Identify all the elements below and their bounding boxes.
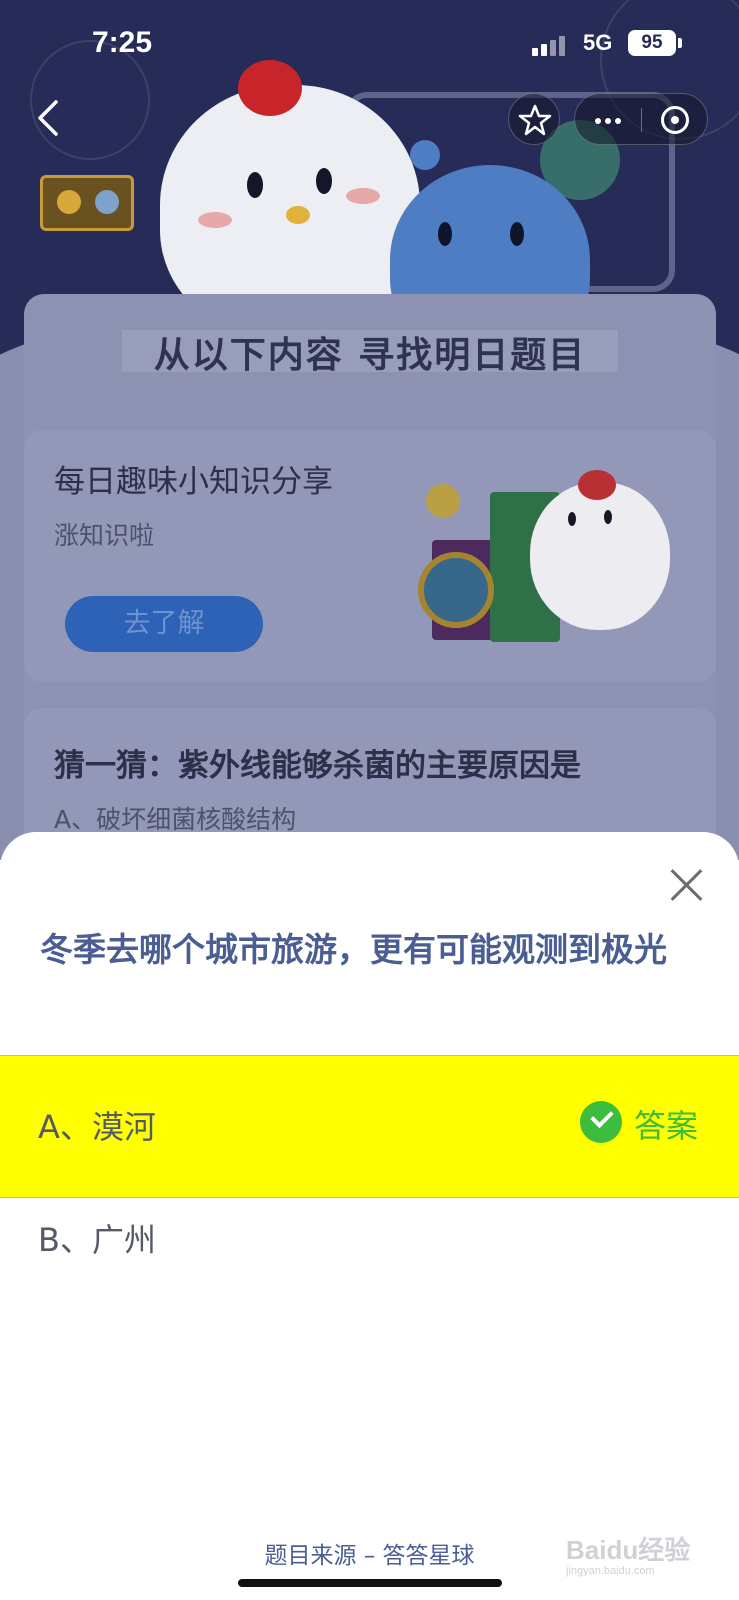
favorite-button[interactable]	[508, 93, 560, 145]
chick-comb	[578, 470, 616, 500]
medal-board-illustration	[40, 175, 134, 231]
more-dots-icon	[595, 118, 601, 124]
learn-more-button[interactable]: 去了解	[65, 596, 263, 652]
status-bar: 7:25 5G 95	[0, 0, 739, 90]
target-icon	[661, 106, 689, 134]
alien-eye	[510, 222, 524, 246]
option-a-label: A、漠河	[38, 1108, 156, 1146]
watermark-brand: Baidu经验	[566, 1535, 691, 1565]
chick-eye	[316, 168, 332, 194]
close-mini-program-button[interactable]	[642, 94, 708, 146]
home-indicator	[238, 1579, 502, 1587]
baidu-watermark-logo: Baidu经验 jingyan.baidu.com	[566, 1530, 716, 1590]
battery-tip	[678, 38, 682, 48]
watermark-url: jingyan.baidu.com	[566, 1565, 655, 1577]
chick-cheek	[198, 212, 232, 228]
more-button[interactable]	[575, 94, 641, 146]
chick-eye	[604, 510, 612, 524]
globe-icon	[418, 552, 494, 628]
option-b[interactable]: B、广州	[0, 1199, 739, 1289]
guess-card-title: 猜一猜：紫外线能够杀菌的主要原因是	[54, 748, 581, 784]
medal-icon	[57, 190, 81, 214]
mini-program-capsule	[574, 93, 708, 145]
chick-beak	[286, 206, 310, 224]
check-circle-icon	[580, 1101, 622, 1143]
chevron-left-icon	[38, 100, 58, 136]
battery-icon: 95	[628, 30, 676, 56]
question-text: 冬季去哪个城市旅游，更有可能观测到极光	[40, 930, 667, 969]
status-time: 7:25	[92, 26, 153, 59]
star-icon	[518, 104, 552, 136]
knowledge-card-title: 每日趣味小知识分享	[54, 464, 333, 500]
option-a[interactable]: A、漠河 答案	[0, 1055, 739, 1198]
alien-antenna	[410, 140, 440, 170]
close-icon[interactable]	[666, 864, 708, 906]
chick-eye	[247, 172, 263, 198]
chick-cheek	[346, 188, 380, 204]
answer-label: 答案	[634, 1107, 699, 1145]
chick-eye	[568, 512, 576, 526]
signal-icon	[532, 34, 572, 56]
alien-eye	[438, 222, 452, 246]
chick-mascot-small	[530, 482, 670, 630]
lightbulb-icon	[426, 484, 460, 518]
option-b-label: B、广州	[38, 1221, 156, 1259]
back-button[interactable]	[32, 96, 72, 140]
panel-title: 从以下内容 寻找明日题目	[153, 335, 587, 376]
guess-card-option: A、破坏细菌核酸结构	[54, 805, 297, 834]
medal-icon	[95, 190, 119, 214]
knowledge-card-subtitle: 涨知识啦	[54, 521, 155, 550]
network-label: 5G	[583, 30, 613, 55]
